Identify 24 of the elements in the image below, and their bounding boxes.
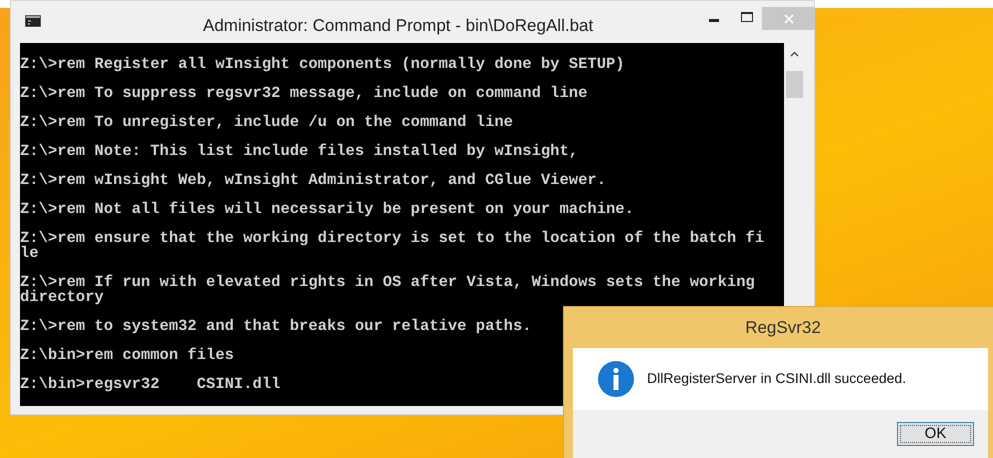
console-line: Z:\>rem To suppress regsvr32 message, include on command line [20,86,588,101]
console-line: directory [20,290,104,305]
dialog-message: DllRegisterServer in CSINI.dll succeeded. [647,369,906,388]
console-line: Z:\>rem wInsight Web, wInsight Administrator, and CGlue Viewer. [20,173,606,188]
console-line: Z:\>rem Register all wInsight components (normally done by SETUP) [20,57,625,72]
scroll-up-icon[interactable] [790,51,798,57]
scrollbar-thumb[interactable] [786,71,802,98]
console-line: Z:\>rem To unregister, include /u on the command line [20,115,513,130]
window-title: Administrator: Command Prompt - bin\DoRegAll.bat [203,15,594,37]
console-line: Z:\bin>rem common files [20,348,234,363]
console-icon [25,15,41,27]
close-button[interactable] [762,7,815,30]
dialog-title: RegSvr32 [745,317,821,339]
console-line: le [20,246,39,261]
maximize-icon[interactable] [741,12,753,22]
info-icon [598,360,634,396]
console-line: Z:\>rem Not all files will necessarily be present on your machine. [20,202,634,217]
close-icon [784,14,794,24]
console-line: Z:\bin>regsvr32 CSINI.dll [20,377,280,392]
console-line: Z:\>rem ensure that the working directory is set to the location of the batch fi [20,231,764,246]
ok-button[interactable]: OK [897,422,974,446]
console-line: Z:\>rem to system32 and that breaks our relative paths. [20,319,532,334]
console-line: Z:\>rem Note: This list include files installed by wInsight, [20,144,578,159]
console-line: Z:\>rem If run with elevated rights in OS after Vista, Windows sets the working [20,275,755,290]
